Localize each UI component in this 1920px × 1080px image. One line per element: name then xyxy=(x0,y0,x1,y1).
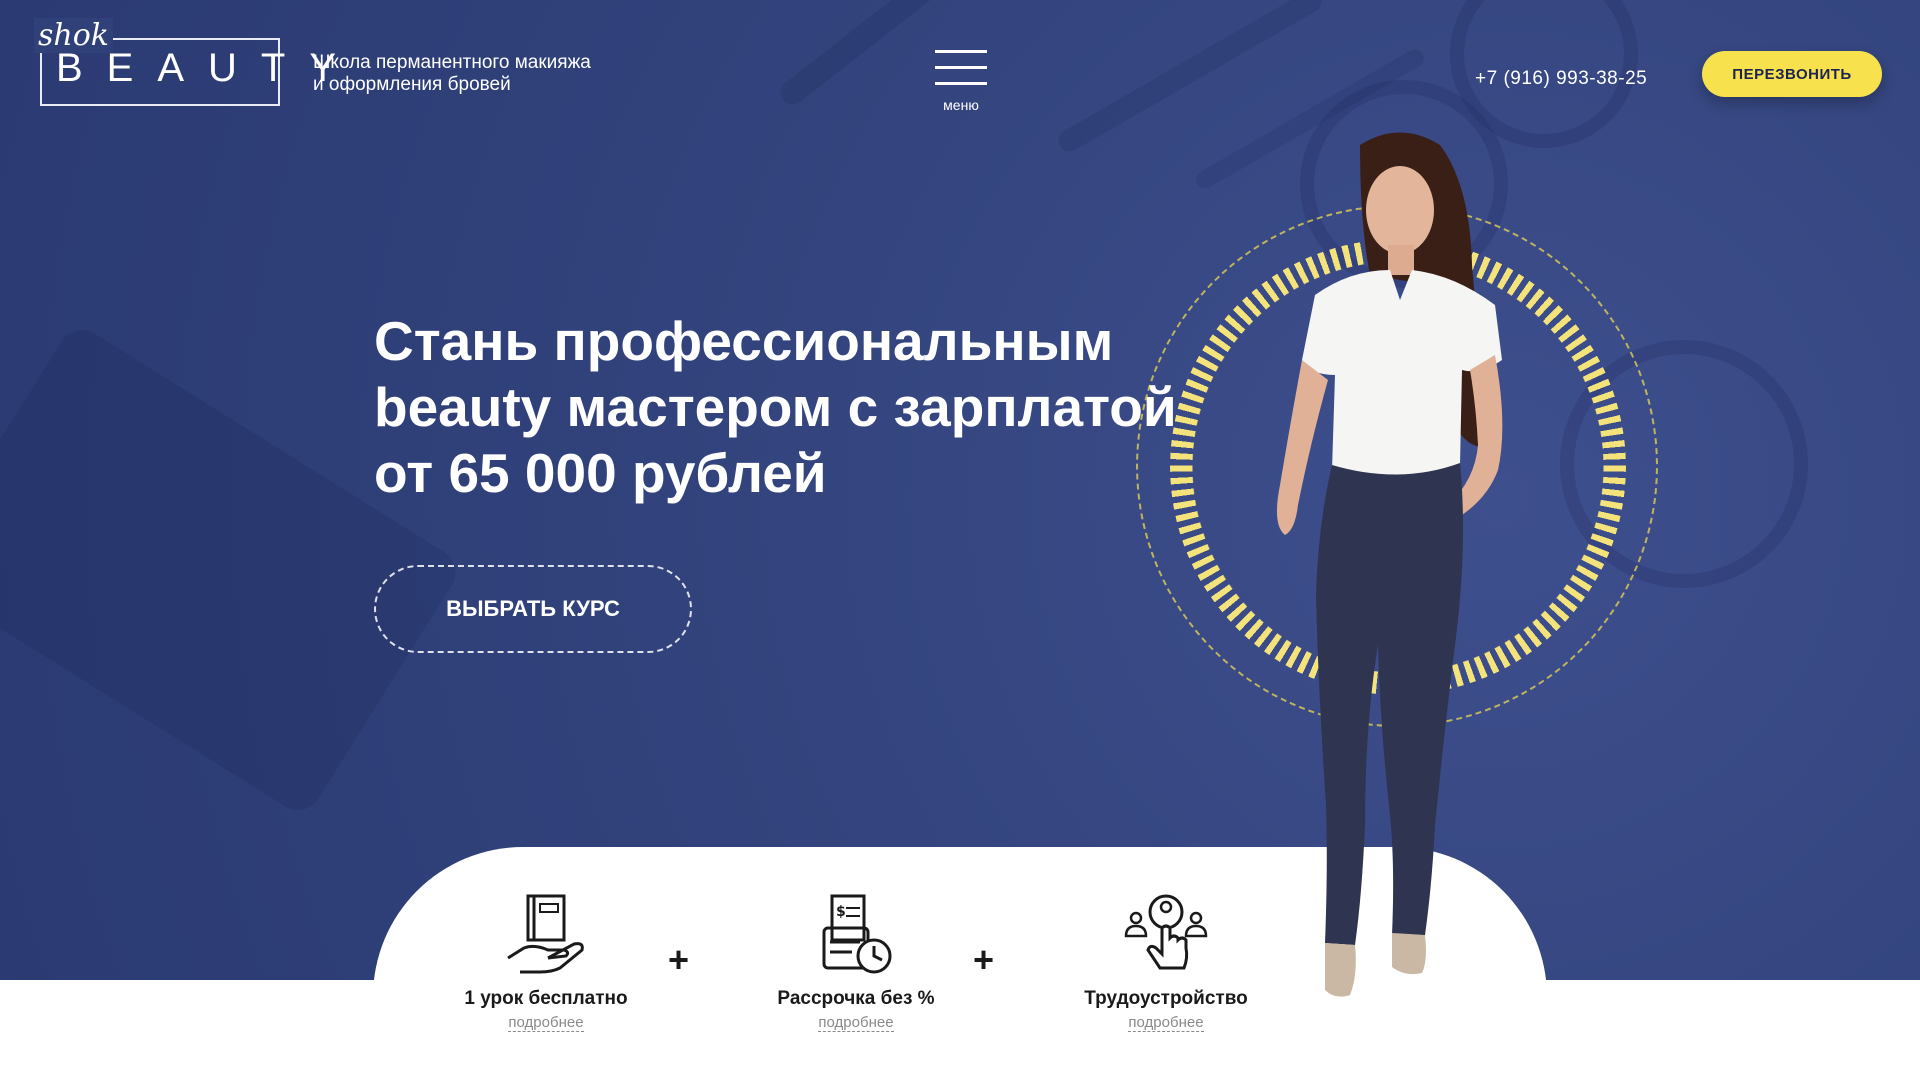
callback-button[interactable]: ПЕРЕЗВОНИТЬ xyxy=(1702,51,1882,97)
hamburger-icon xyxy=(935,50,987,53)
hamburger-icon-line xyxy=(935,66,987,69)
woman-photo xyxy=(1276,132,1503,997)
hero-section: shok BEAUTY Школа перманентного макияжа … xyxy=(0,0,1920,980)
headline-line-2: beauty мастером с зарплатой xyxy=(374,376,1177,438)
menu-label: меню xyxy=(943,97,979,113)
school-tagline: Школа перманентного макияжа и оформления… xyxy=(313,52,653,96)
plus-separator: + xyxy=(973,939,995,980)
phone-link[interactable]: +7 (916) 993-38-25 xyxy=(1475,68,1647,90)
plus-separator: + xyxy=(668,939,690,980)
book-in-hand-icon xyxy=(507,894,584,974)
feature-title: 1 урок бесплатно xyxy=(464,988,628,1009)
feature-free-lesson: 1 урок бесплатно подробнее xyxy=(426,892,666,1032)
tagline-line-2: и оформления бровей xyxy=(313,74,511,95)
svg-text:$: $ xyxy=(836,904,846,920)
logo[interactable]: shok BEAUTY xyxy=(34,18,336,112)
tagline-line-1: Школа перманентного макияжа xyxy=(313,52,591,73)
feature-title: Рассрочка без % xyxy=(777,988,935,1009)
feature-more-link[interactable]: подробнее xyxy=(818,1014,894,1032)
hamburger-icon-line xyxy=(935,82,987,85)
hero-headline: Стань профессиональным beauty мастером с… xyxy=(374,308,1254,506)
choose-course-button[interactable]: ВЫБРАТЬ КУРС xyxy=(374,565,692,653)
headline-line-3: от 65 000 рублей xyxy=(374,442,827,504)
hand-pointer-people-icon xyxy=(1124,894,1208,970)
headline-line-1: Стань профессиональным xyxy=(374,310,1114,372)
feature-more-link[interactable]: подробнее xyxy=(508,1014,584,1032)
feature-installment: $ Рассрочка без % подробнее xyxy=(736,892,976,1032)
receipt-clock-icon: $ xyxy=(822,894,892,974)
menu-button[interactable]: меню xyxy=(935,50,987,120)
feature-more-link[interactable]: подробнее xyxy=(1128,1014,1204,1032)
